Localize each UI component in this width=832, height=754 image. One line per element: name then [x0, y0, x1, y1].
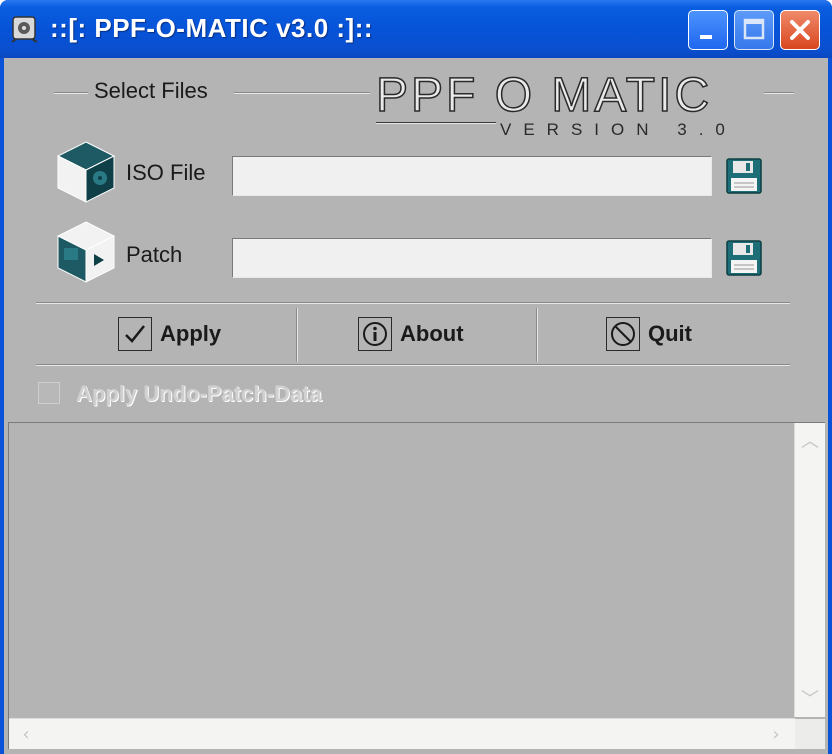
scroll-right-icon[interactable]: ›: [763, 721, 789, 747]
patch-cube-icon: [56, 221, 116, 283]
logo-version-text: VERSION 3.0: [500, 120, 737, 139]
scroll-down-icon[interactable]: ﹀: [797, 685, 823, 711]
floppy-disk-icon[interactable]: [726, 158, 762, 194]
scroll-up-icon[interactable]: ︿: [797, 427, 823, 453]
patch-label: Patch: [126, 242, 183, 267]
title-bar[interactable]: ::[: PPF-O-MATIC v3.0 :]::: [0, 0, 832, 58]
vertical-scrollbar[interactable]: ︿ ﹀: [794, 423, 825, 717]
close-icon: [790, 20, 810, 40]
minimize-icon: [700, 35, 712, 39]
divider: [764, 92, 794, 94]
iso-file-label: ISO File: [126, 160, 206, 185]
maximize-button[interactable]: [734, 10, 774, 50]
quit-label: Quit: [648, 321, 692, 346]
button-separator: [536, 308, 538, 362]
prohibited-icon: [606, 317, 640, 351]
divider: [36, 302, 790, 304]
button-separator: [296, 308, 298, 362]
close-button[interactable]: [780, 10, 820, 50]
scrollbar-corner: [795, 719, 825, 749]
window-title: ::[: PPF-O-MATIC v3.0 :]::: [50, 13, 374, 43]
maximize-icon: [743, 18, 765, 40]
checkmark-icon: [118, 317, 152, 351]
divider: [234, 92, 370, 94]
floppy-disk-icon[interactable]: [726, 240, 762, 276]
apply-label: Apply: [160, 321, 222, 346]
divider: [36, 364, 790, 366]
minimize-button[interactable]: [688, 10, 728, 50]
patch-input[interactable]: [232, 238, 712, 278]
ppf-o-matic-logo: PPF O MATIC VERSION 3.0: [375, 68, 762, 140]
about-label: About: [400, 321, 464, 346]
iso-file-input[interactable]: [232, 156, 712, 196]
iso-cube-icon: [56, 141, 116, 203]
divider: [54, 92, 88, 94]
scroll-left-icon[interactable]: ‹: [13, 721, 39, 747]
apply-button[interactable]: Apply: [118, 308, 221, 360]
app-icon[interactable]: [10, 15, 40, 43]
select-files-title: Select Files: [94, 78, 208, 103]
logo-main-text: PPF O MATIC: [375, 68, 713, 123]
horizontal-scrollbar[interactable]: ‹ ›: [9, 718, 795, 749]
logo-underline: [376, 122, 496, 124]
about-button[interactable]: About: [358, 308, 464, 360]
app-window: ::[: PPF-O-MATIC v3.0 :]:: Select Files …: [0, 0, 832, 754]
log-output-area[interactable]: ︿ ﹀ ‹ ›: [8, 422, 825, 749]
undo-patch-label: Apply Undo-Patch-Data: [76, 381, 322, 406]
quit-button[interactable]: Quit: [606, 308, 692, 360]
info-icon: [358, 317, 392, 351]
client-area: Select Files PPF O MATIC VERSION 3.0 ISO…: [4, 58, 828, 754]
undo-patch-checkbox[interactable]: [38, 382, 60, 404]
